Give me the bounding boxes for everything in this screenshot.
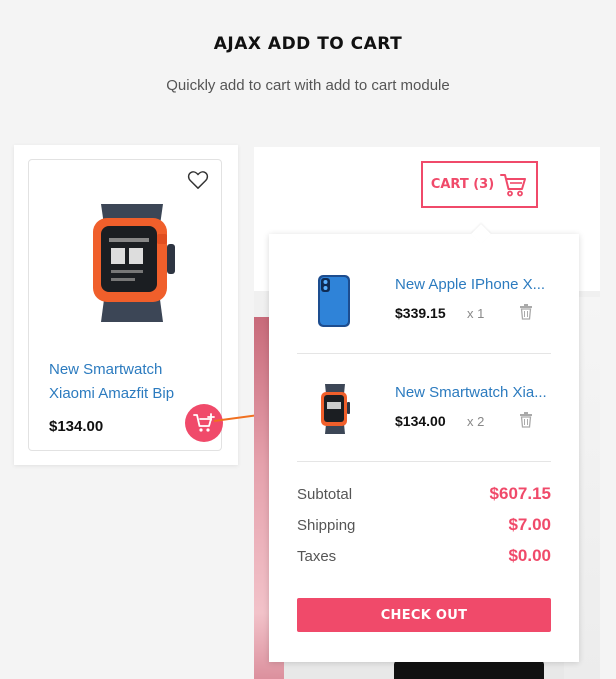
- dropdown-caret: [471, 224, 491, 244]
- page-subtitle: Quickly add to cart with add to cart mod…: [166, 77, 450, 94]
- cart-item-price: $134.00: [395, 413, 446, 429]
- subtotal-label: Subtotal: [297, 486, 353, 503]
- shipping-label: Shipping: [297, 517, 356, 534]
- taxes-row: Taxes $0.00: [297, 546, 551, 577]
- cart-item-quantity: x 1: [467, 306, 485, 321]
- product-name[interactable]: New Smartwatch Xiaomi Amazfit Bip: [49, 358, 199, 406]
- heart-icon[interactable]: [187, 170, 209, 190]
- cart-item: New Apple IPhone X... $339.15 x 1: [297, 246, 551, 354]
- cart-totals: Subtotal $607.15 Shipping $7.00 Taxes $0…: [297, 484, 551, 577]
- cart-item-name[interactable]: New Apple IPhone X...: [395, 276, 547, 293]
- checkout-button-label: CHECK OUT: [380, 607, 468, 623]
- cart-panel: CART (3) New Apple IPhone X... $339.15 x…: [254, 147, 600, 679]
- background-decoration: [394, 659, 544, 679]
- taxes-value: $0.00: [508, 546, 551, 565]
- cart-item-image[interactable]: [315, 382, 353, 436]
- cart-button[interactable]: CART (3): [421, 161, 538, 208]
- product-panel: New Smartwatch Xiaomi Amazfit Bip $134.0…: [14, 145, 238, 465]
- cart-item: New Smartwatch Xia... $134.00 x 2: [297, 354, 551, 462]
- trash-icon[interactable]: [519, 304, 533, 320]
- shipping-row: Shipping $7.00: [297, 515, 551, 546]
- subtotal-value: $607.15: [489, 484, 551, 503]
- cart-item-image[interactable]: [315, 274, 353, 328]
- cart-icon: [500, 173, 527, 196]
- taxes-label: Taxes: [297, 548, 337, 565]
- subtotal-row: Subtotal $607.15: [297, 484, 551, 515]
- product-price: $134.00: [49, 418, 104, 435]
- product-image[interactable]: [67, 194, 187, 329]
- page-title: AJAX ADD TO CART: [213, 34, 403, 54]
- checkout-button[interactable]: CHECK OUT: [297, 598, 551, 632]
- cart-button-label: CART (3): [430, 177, 495, 192]
- product-card[interactable]: New Smartwatch Xiaomi Amazfit Bip $134.0…: [28, 159, 223, 451]
- shipping-value: $7.00: [508, 515, 551, 534]
- cart-item-price: $339.15: [395, 305, 446, 321]
- cart-item-name[interactable]: New Smartwatch Xia...: [395, 384, 547, 401]
- cart-dropdown: New Apple IPhone X... $339.15 x 1 New Sm…: [269, 224, 579, 662]
- cart-item-quantity: x 2: [467, 414, 485, 429]
- trash-icon[interactable]: [519, 412, 533, 428]
